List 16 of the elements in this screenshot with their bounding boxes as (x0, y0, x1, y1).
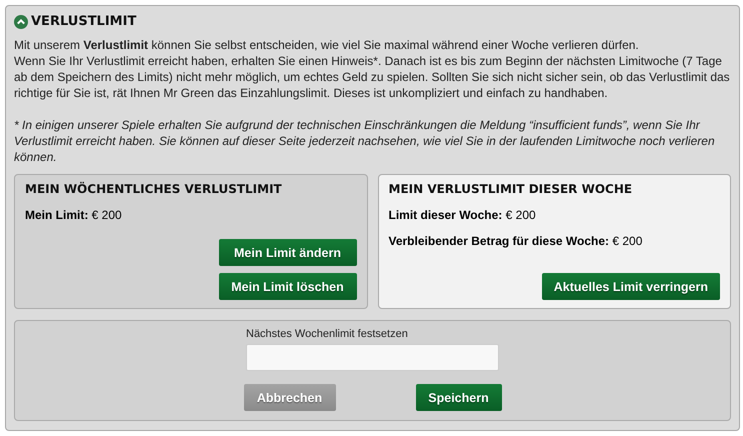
limit-value: Limit dieser Woche: € 200 (388, 208, 537, 222)
field-label: Nächstes Wochenlimit festsetzen (246, 328, 409, 340)
collapse-icon[interactable] (14, 14, 28, 28)
intro-paragraph: Mit unserem Verlustlimit können Sie selbst entscheiden, wie viel Sie maximal während einer Woche verlieren dürfen. (14, 37, 640, 53)
save-button[interactable]: Speichern (416, 384, 502, 411)
card-title: MEIN VERLUSTLIMIT DIESER WOCHE (388, 182, 634, 196)
intro-paragraph: Wenn Sie Ihr Verlustlimit erreicht haben, erhalten Sie einen Hinweis*. Danach ist es bis zum Beginn der nächsten Limitwoche (7 Tage ab dem Speichern des Limits) nicht mehr möglich, um echtes Geld zu spielen. Sollten Sie sich nicht sicher sein, ob das Verlustlimit das richtige für Sie ist, rät Ihnen Mr Green das Einzahlungslimit. Dieses ist unkompliziert und einfach zu handhaben. (14, 53, 731, 101)
footnote-text: * In einigen unserer Spiele erhalten Sie aufgrund der technischen Einschränkungen die Meldung “insufficient funds”, wenn Sie Ihr Verlustlimit erreicht haben. Sie können auf dieser Seite jederzeit nachsehen, wie viel Sie in der laufenden Limitwoche noch verlieren können. (14, 117, 716, 165)
limit-value: Mein Limit: € 200 (25, 208, 123, 222)
limit-value: Verbleibender Betrag für diese Woche: € 200 (388, 234, 644, 248)
limit-button[interactable]: Mein Limit ändern (218, 239, 356, 266)
section-title: VERLUSTLIMIT (31, 14, 136, 29)
limit-input-field[interactable] (246, 344, 499, 371)
card-title: MEIN WÖCHENTLICHES VERLUSTLIMIT (25, 182, 283, 196)
limit-button[interactable]: Mein Limit löschen (218, 273, 356, 300)
limit-button[interactable]: Aktuelles Limit verringern (542, 273, 720, 300)
